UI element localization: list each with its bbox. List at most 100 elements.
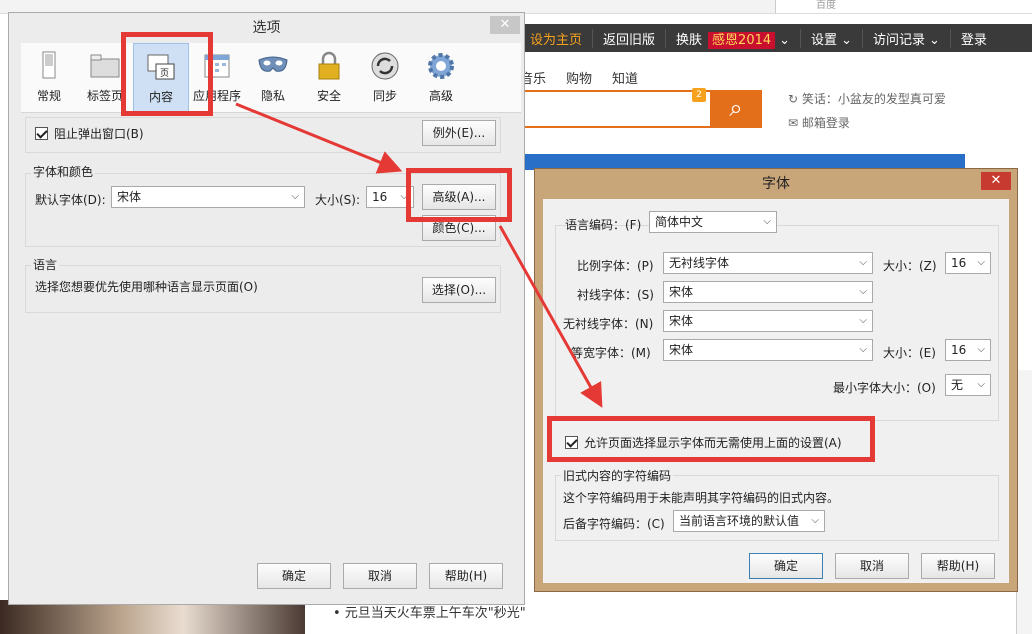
size1-value: 16 — [951, 256, 967, 270]
close-icon[interactable]: ✕ — [490, 16, 520, 34]
nav-skin-label: 换肤 — [676, 32, 703, 48]
nav-set-home[interactable]: 设为主页 — [520, 28, 594, 48]
sans-select[interactable]: 宋体 ⌵ — [663, 310, 873, 332]
serif-label: 衬线字体：(S) — [577, 288, 654, 302]
options-ok-button[interactable]: 确定 — [257, 563, 331, 589]
mono-value: 宋体 — [669, 343, 694, 357]
mailbox-login-link[interactable]: ✉ 邮箱登录 — [788, 114, 850, 131]
switch-icon — [42, 51, 56, 79]
site-search-button[interactable]: ⌕ — [710, 90, 762, 128]
lock-icon — [318, 51, 340, 80]
mono-label: 等宽字体：(M) — [571, 346, 651, 360]
min-size-label: 最小字体大小：(O) — [833, 381, 936, 395]
joke-link[interactable]: ↻ 笑话：小盆友的发型真可爱 — [788, 90, 946, 107]
nav-history-label: 访问记录 — [872, 32, 925, 48]
tab-general-label: 常规 — [36, 89, 61, 103]
browser-search-box[interactable]: 百度 — [775, 0, 1032, 13]
size2-select[interactable]: 16 ⌵ — [945, 339, 991, 361]
exceptions-button[interactable]: 例外(E)... — [422, 120, 496, 146]
gear-icon — [428, 53, 454, 79]
tabs-icon — [90, 54, 120, 78]
nav-old-version[interactable]: 返回旧版 — [593, 28, 667, 48]
mask-icon — [258, 56, 288, 72]
fonts-dialog-body: 语言编码：(F) 简体中文 ⌵ 比例字体：(P) 无衬线字体 ⌵ 大小：(Z) 16… — [543, 199, 1009, 583]
chevron-down-icon: ⌵ — [763, 216, 771, 227]
size1-select[interactable]: 16 ⌵ — [945, 252, 991, 274]
sans-value: 宋体 — [669, 314, 694, 328]
site-nav-bar: 设为主页 返回旧版 换肤 感恩2014 ⌄ 设置 ⌄ 访问记录 ⌄ 登录 — [520, 24, 1032, 52]
size1-label: 大小：(Z) — [883, 259, 937, 273]
tab-general[interactable]: 常规 — [21, 43, 77, 113]
language-title: 语言 — [31, 256, 60, 273]
chevron-down-icon: ⌵ — [859, 257, 867, 268]
tab-security[interactable]: 安全 — [301, 43, 357, 113]
chevron-down-icon: ⌵ — [977, 257, 985, 268]
sync-icon — [371, 52, 399, 80]
min-size-select[interactable]: 无 ⌵ — [945, 374, 991, 396]
nav-settings-label: 设置 — [811, 32, 838, 48]
options-cancel-button[interactable]: 取消 — [343, 563, 417, 589]
nav-skin[interactable]: 换肤 感恩2014 ⌄ — [666, 28, 802, 49]
encoding-value: 简体中文 — [655, 215, 704, 229]
close-icon[interactable]: ✕ — [981, 172, 1011, 190]
size2-label: 大小：(E) — [883, 346, 936, 360]
default-font-label: 默认字体(D): — [35, 193, 106, 207]
block-popups-checkbox[interactable]: 阻止弹出窗口(B) — [35, 125, 144, 142]
options-help-button[interactable]: 帮助(H) — [429, 563, 503, 589]
legacy-title: 旧式内容的字符编码 — [561, 467, 674, 484]
nav-login[interactable]: 登录 — [951, 29, 997, 48]
fonts-cancel-button[interactable]: 取消 — [835, 553, 909, 579]
tab-sync-label: 同步 — [372, 89, 397, 103]
encoding-select[interactable]: 简体中文 ⌵ — [649, 211, 777, 233]
joke-text: 笑话：小盆友的发型真可爱 — [801, 92, 946, 106]
default-font-select[interactable]: 宋体 ⌵ — [111, 186, 305, 208]
nav-history[interactable]: 访问记录 ⌄ — [863, 28, 951, 48]
tab-privacy-label: 隐私 — [260, 89, 285, 103]
fonts-help-button[interactable]: 帮助(H) — [921, 553, 995, 579]
legacy-desc: 这个字符编码用于未能声明其字符编码的旧式内容。 — [563, 491, 840, 505]
sans-label: 无衬线字体：(N) — [563, 317, 654, 331]
chevron-down-icon: ⌵ — [859, 315, 867, 326]
options-dialog: 选项 ✕ 常规 标签页 页 内容 应用程序 隐私 安全 同步 高级 阻止弹出窗口… — [8, 12, 525, 605]
proportional-value: 无衬线字体 — [669, 256, 730, 270]
options-title: 选项 — [252, 20, 281, 36]
chevron-down-icon: ⌵ — [977, 344, 985, 355]
proportional-select[interactable]: 无衬线字体 ⌵ — [663, 252, 873, 274]
fonts-title: 字体 — [762, 176, 790, 192]
site-search-input[interactable] — [520, 90, 710, 128]
event-badge[interactable]: 感恩2014 — [708, 31, 776, 49]
chevron-down-icon: ⌵ — [859, 344, 867, 355]
checkbox-checked-icon — [35, 127, 48, 140]
chevron-down-icon: ⌵ — [859, 286, 867, 297]
proportional-label: 比例字体：(P) — [577, 259, 654, 273]
fonts-ok-button[interactable]: 确定 — [749, 553, 823, 579]
tab-advanced[interactable]: 高级 — [413, 43, 469, 113]
tab-security-label: 安全 — [316, 89, 341, 103]
language-desc: 选择您想要优先使用哪种语言显示页面(O) — [35, 280, 258, 294]
mail-icon: ✉ — [788, 116, 802, 130]
nav-settings[interactable]: 设置 ⌄ — [801, 28, 863, 48]
size-label: 大小(S): — [315, 193, 361, 207]
content-tab-highlight — [121, 32, 213, 116]
category-zhidao[interactable]: 知道 — [612, 68, 638, 87]
news-photo[interactable] — [0, 600, 305, 634]
size2-value: 16 — [951, 343, 967, 357]
magnifier-icon: ⌕ — [729, 94, 743, 122]
tab-advanced-label: 高级 — [428, 89, 453, 103]
size-value: 16 — [372, 190, 388, 204]
category-shopping[interactable]: 购物 — [566, 68, 592, 87]
mono-select[interactable]: 宋体 ⌵ — [663, 339, 873, 361]
tab-privacy[interactable]: 隐私 — [245, 43, 301, 113]
choose-language-button[interactable]: 选择(O)... — [422, 277, 496, 303]
serif-select[interactable]: 宋体 ⌵ — [663, 281, 873, 303]
fallback-select[interactable]: 当前语言环境的默认值 ⌵ — [673, 510, 825, 532]
page-scrollbar[interactable] — [1016, 370, 1032, 634]
category-links: 音乐 购物 知道 — [520, 68, 638, 87]
fallback-value: 当前语言环境的默认值 — [679, 514, 800, 528]
tab-sync[interactable]: 同步 — [357, 43, 413, 113]
chevron-down-icon: ⌵ — [977, 379, 985, 390]
allow-pages-highlight — [547, 416, 875, 462]
default-font-value: 宋体 — [117, 190, 142, 204]
chevron-down-icon: ⌵ — [291, 191, 299, 202]
mailbox-login-text: 邮箱登录 — [801, 116, 850, 130]
